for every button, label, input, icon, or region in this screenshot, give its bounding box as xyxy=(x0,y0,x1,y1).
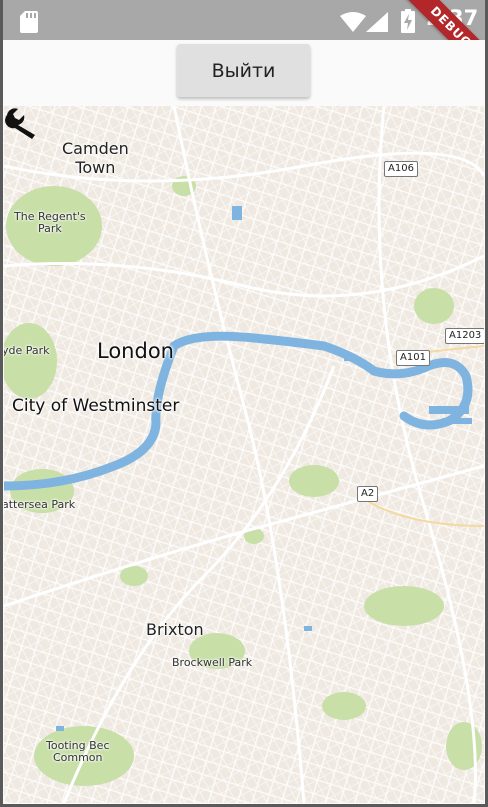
signal-icon xyxy=(366,12,388,32)
label-london: London xyxy=(97,339,174,363)
map-view[interactable]: Camden Town The Regent's Park yde Park L… xyxy=(4,106,484,803)
road-shield-a1203: A1203 xyxy=(445,328,484,344)
wrench-icon[interactable] xyxy=(4,106,38,140)
label-city-of-westminster: City of Westminster xyxy=(12,396,180,416)
label-regents-park: The Regent's Park xyxy=(14,210,86,235)
label-hyde-park: yde Park xyxy=(4,344,50,357)
sd-card-icon xyxy=(20,11,38,33)
label-tooting-bec-common: Tooting Bec Common xyxy=(46,739,110,764)
label-battersea-park: attersea Park xyxy=(4,498,76,511)
battery-charging-icon xyxy=(401,9,415,33)
label-brockwell-park: Brockwell Park xyxy=(172,656,253,669)
label-camden-town: Camden Town xyxy=(62,139,129,177)
label-brixton: Brixton xyxy=(146,620,204,639)
road-shield-a106: A106 xyxy=(384,161,418,177)
app-bar: Выйти xyxy=(0,40,488,106)
logout-button[interactable]: Выйти xyxy=(177,44,310,97)
road-shield-a101: A101 xyxy=(396,350,430,366)
status-bar: 2:37 DEBUG xyxy=(0,0,488,88)
road-shield-a2: A2 xyxy=(357,486,379,502)
wifi-icon xyxy=(340,12,366,32)
